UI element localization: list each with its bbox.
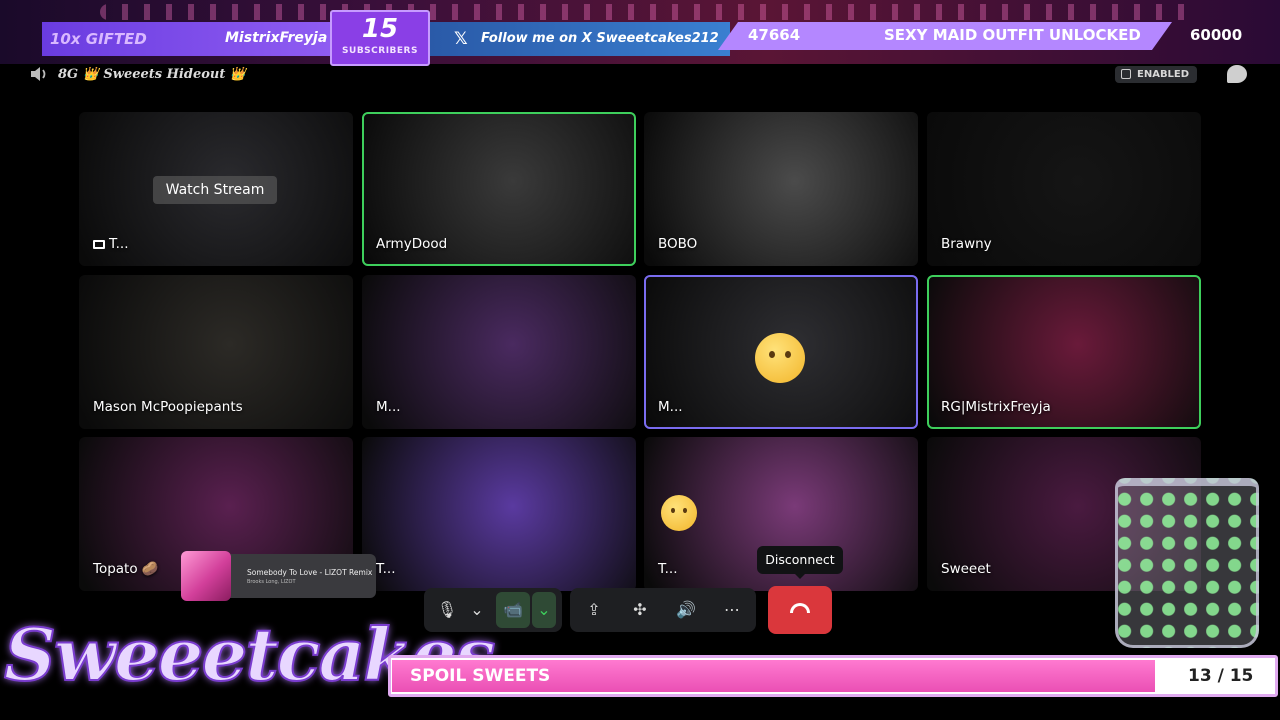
video-tile[interactable]: T...	[362, 437, 636, 591]
spoil-progress-count: 13 / 15	[1188, 666, 1254, 686]
subscriber-count: 15	[361, 14, 399, 44]
participant-name: ArmyDood	[376, 236, 447, 252]
follow-text: Follow me on X Sweeetcakes212	[481, 31, 719, 46]
participant-name-text: Sweeet	[941, 561, 991, 577]
watch-stream-button[interactable]: Watch Stream	[153, 176, 277, 204]
participant-name: Sweeet	[941, 561, 991, 577]
lock-icon	[1121, 69, 1131, 79]
x-logo-icon: 𝕏	[454, 29, 468, 49]
video-tile[interactable]: Mason McPoopiepants	[79, 275, 353, 429]
video-tile[interactable]: BOBO	[644, 112, 918, 266]
tip-jar-graphic	[1115, 478, 1259, 648]
subscriber-label: SUBSCRIBERS	[342, 46, 418, 56]
participant-name: BOBO	[658, 236, 697, 252]
album-art	[181, 551, 231, 601]
video-tile[interactable]: RG|MistrixFreyja	[927, 275, 1201, 429]
participant-name: Topato 🥔	[93, 561, 159, 577]
participant-name-text: RG|MistrixFreyja	[941, 399, 1051, 415]
participant-name: Brawny	[941, 236, 992, 252]
subscriber-counter: 15 SUBSCRIBERS	[330, 10, 430, 66]
video-tile[interactable]: Brawny	[927, 112, 1201, 266]
participant-name: M...	[658, 399, 683, 415]
enabled-badge[interactable]: ENABLED	[1115, 66, 1198, 83]
goal-current: 47664	[748, 26, 801, 44]
track-artist: Brooks Long, LIZOT	[247, 579, 296, 585]
more-options-button[interactable]: ⋯	[716, 592, 748, 628]
activities-button[interactable]: ✣	[624, 592, 656, 628]
gifted-name: MistrixFreyja	[225, 30, 328, 46]
gifted-count: 10x GIFTED	[50, 30, 147, 48]
participant-name-text: M...	[376, 399, 401, 415]
goal-max: 60000	[1190, 26, 1243, 44]
participant-name: T...	[658, 561, 678, 577]
screen-share-icon	[93, 240, 105, 249]
track-title: Somebody To Love - LIZOT Remix	[247, 568, 373, 577]
participant-name: T...	[376, 561, 396, 577]
participant-name: RG|MistrixFreyja	[941, 399, 1051, 415]
participant-name-text: M...	[658, 399, 683, 415]
speaker-icon[interactable]	[30, 66, 48, 82]
participant-name-text: T...	[658, 561, 678, 577]
disconnect-tooltip: Disconnect	[757, 546, 843, 579]
chat-icon[interactable]	[1227, 65, 1247, 83]
participant-name-text: Topato 🥔	[93, 561, 159, 577]
goal-text: SEXY MAID OUTFIT UNLOCKED	[884, 26, 1141, 44]
participant-name-text: T...	[376, 561, 396, 577]
spoil-progress-label: SPOIL SWEETS	[410, 666, 551, 686]
participant-name: M...	[376, 399, 401, 415]
server-name: 8G 👑 Sweeets Hideout 👑	[58, 67, 247, 82]
participant-name-text: BOBO	[658, 236, 698, 252]
participant-name: T...	[93, 236, 129, 252]
camera-button[interactable]: 📹	[496, 592, 530, 628]
video-tile[interactable]: ArmyDood	[362, 112, 636, 266]
participant-name-text: Mason McPoopiepants	[93, 399, 243, 415]
participant-name: Mason McPoopiepants	[93, 399, 243, 415]
share-screen-button[interactable]: ⇪	[578, 592, 610, 628]
camera-options-chevron-icon[interactable]: ⌄	[532, 592, 556, 628]
video-tile[interactable]: M...	[362, 275, 636, 429]
participant-name-text: ArmyDood	[376, 236, 448, 252]
participant-name-text: Brawny	[941, 236, 992, 252]
participant-name-text: T...	[109, 236, 129, 252]
soundboard-button[interactable]: 🔊	[670, 592, 702, 628]
woozy-face-emoji-icon	[755, 333, 805, 383]
woozy-face-emoji-icon	[661, 495, 697, 531]
enabled-label: ENABLED	[1137, 69, 1190, 80]
